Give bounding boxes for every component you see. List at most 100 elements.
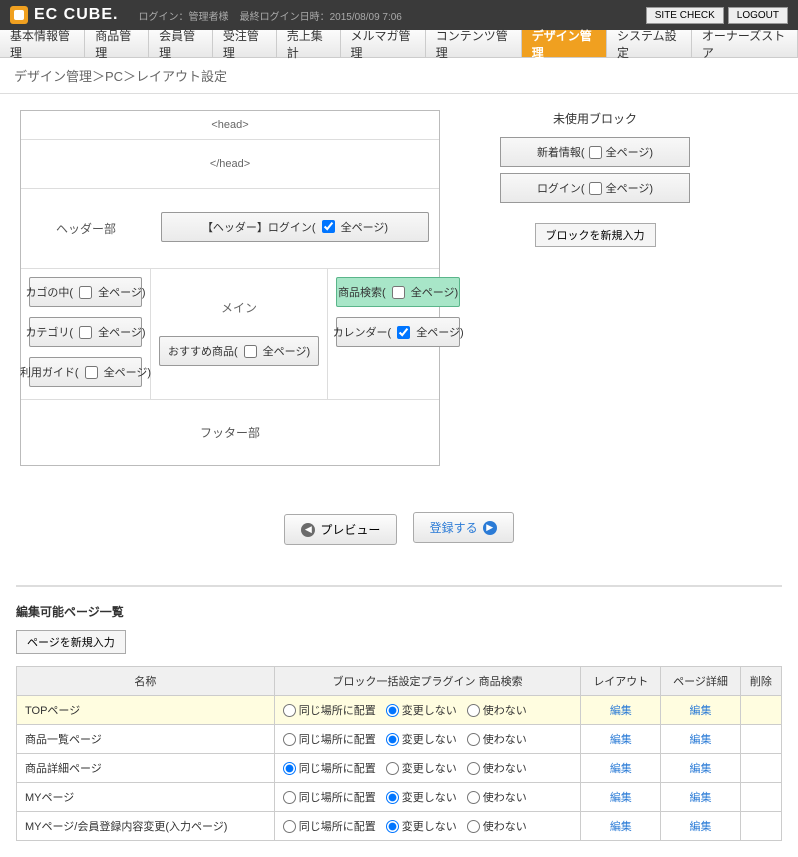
main-nav: 基本情報管理商品管理会員管理受注管理売上集計メルマガ管理コンテンツ管理デザイン管… [0, 30, 798, 58]
layout-block[interactable]: 商品検索(全ページ) [336, 277, 460, 307]
all-pages-checkbox[interactable] [392, 286, 405, 299]
delete-cell [740, 754, 781, 783]
radio-option[interactable]: 同じ場所に配置 [283, 760, 376, 776]
unused-title: 未使用ブロック [500, 110, 690, 127]
column-header: 名称 [17, 667, 275, 696]
page-detail-link[interactable]: 編集 [669, 731, 732, 747]
table-row: 商品一覧ページ同じ場所に配置変更しない使わない編集編集 [17, 725, 782, 754]
layout-block[interactable]: カゴの中(全ページ) [29, 277, 142, 307]
new-page-button[interactable]: ページを新規入力 [16, 630, 126, 654]
column-header: レイアウト [581, 667, 661, 696]
header-drop-zone[interactable]: 【ヘッダー】ログイン(全ページ) [151, 202, 439, 256]
delete-cell [740, 812, 781, 841]
layout-block[interactable]: 【ヘッダー】ログイン(全ページ) [161, 212, 429, 242]
layout-edit-link[interactable]: 編集 [589, 731, 652, 747]
header-section-label: ヘッダー部 [21, 220, 151, 237]
radio-cell: 同じ場所に配置変更しない使わない [274, 754, 581, 783]
radio-option[interactable]: 使わない [467, 702, 527, 718]
layout-block[interactable]: 新着情報(全ページ) [500, 137, 690, 167]
left-column[interactable]: カゴの中(全ページ) カテゴリ(全ページ) 利用ガイド(全ページ) [21, 269, 151, 399]
all-pages-checkbox[interactable] [85, 366, 98, 379]
radio-option[interactable]: 同じ場所に配置 [283, 702, 376, 718]
page-detail-link[interactable]: 編集 [669, 760, 732, 776]
radio-option[interactable]: 使わない [467, 760, 527, 776]
radio-option[interactable]: 同じ場所に配置 [283, 818, 376, 834]
radio-cell: 同じ場所に配置変更しない使わない [274, 783, 581, 812]
page-name: MYページ/会員登録内容変更(入力ページ) [17, 812, 275, 841]
tab-2[interactable]: 会員管理 [149, 30, 213, 57]
page-detail-link[interactable]: 編集 [669, 818, 732, 834]
layout-edit-link[interactable]: 編集 [589, 702, 652, 718]
layout-block[interactable]: ログイン(全ページ) [500, 173, 690, 203]
layout-block[interactable]: カテゴリ(全ページ) [29, 317, 142, 347]
page-name: 商品詳細ページ [17, 754, 275, 783]
register-icon: ▶ [483, 521, 497, 535]
main-column[interactable]: メイン おすすめ商品(全ページ) [151, 269, 328, 399]
tab-5[interactable]: メルマガ管理 [341, 30, 426, 57]
delete-cell [740, 696, 781, 725]
radio-option[interactable]: 使わない [467, 818, 527, 834]
register-button[interactable]: 登録する ▶ [413, 512, 514, 543]
pages-title: 編集可能ページ一覧 [16, 603, 782, 620]
tab-0[interactable]: 基本情報管理 [0, 30, 85, 57]
all-pages-checkbox[interactable] [79, 286, 92, 299]
footer-section[interactable]: フッター部 [21, 400, 439, 465]
radio-cell: 同じ場所に配置変更しない使わない [274, 696, 581, 725]
layout-block[interactable]: おすすめ商品(全ページ) [159, 336, 319, 366]
preview-button[interactable]: ◀ プレビュー [284, 514, 397, 545]
logo-text: EC CUBE. [34, 6, 118, 24]
top-bar: EC CUBE. ログイン：管理者様 最終ログイン日時：2015/08/09 7… [0, 0, 798, 30]
all-pages-checkbox[interactable] [589, 146, 602, 159]
layout-block[interactable]: カレンダー(全ページ) [336, 317, 460, 347]
radio-option[interactable]: 変更しない [386, 818, 457, 834]
radio-option[interactable]: 使わない [467, 789, 527, 805]
logout-button[interactable]: LOGOUT [728, 7, 788, 24]
radio-option[interactable]: 使わない [467, 731, 527, 747]
right-column[interactable]: 商品検索(全ページ) カレンダー(全ページ) [328, 269, 468, 399]
tab-4[interactable]: 売上集計 [277, 30, 341, 57]
layout-edit-link[interactable]: 編集 [589, 818, 652, 834]
radio-option[interactable]: 同じ場所に配置 [283, 731, 376, 747]
layout-edit-link[interactable]: 編集 [589, 760, 652, 776]
layout-block[interactable]: 利用ガイド(全ページ) [29, 357, 142, 387]
tab-1[interactable]: 商品管理 [85, 30, 149, 57]
head-open: <head> [21, 111, 439, 140]
all-pages-checkbox[interactable] [589, 182, 602, 195]
radio-option[interactable]: 変更しない [386, 760, 457, 776]
tab-6[interactable]: コンテンツ管理 [426, 30, 522, 57]
all-pages-checkbox[interactable] [244, 345, 257, 358]
all-pages-checkbox[interactable] [79, 326, 92, 339]
pages-table: 名称ブロック一括設定プラグイン 商品検索レイアウトページ詳細削除 TOPページ同… [16, 666, 782, 841]
column-header: 削除 [740, 667, 781, 696]
login-info: ログイン：管理者様 最終ログイン日時：2015/08/09 7:06 [138, 8, 401, 23]
table-row: MYページ/会員登録内容変更(入力ページ)同じ場所に配置変更しない使わない編集編… [17, 812, 782, 841]
tab-9[interactable]: オーナーズストア [692, 30, 798, 57]
tab-3[interactable]: 受注管理 [213, 30, 277, 57]
unused-blocks-panel: 未使用ブロック 新着情報(全ページ) ログイン(全ページ) ブロックを新規入力 [500, 110, 690, 247]
radio-option[interactable]: 変更しない [386, 789, 457, 805]
all-pages-checkbox[interactable] [397, 326, 410, 339]
layout-editor: <head> </head> ヘッダー部 【ヘッダー】ログイン(全ページ) カゴ… [20, 110, 440, 466]
page-detail-link[interactable]: 編集 [669, 789, 732, 805]
radio-cell: 同じ場所に配置変更しない使わない [274, 725, 581, 754]
preview-icon: ◀ [301, 523, 315, 537]
tab-8[interactable]: システム設定 [607, 30, 692, 57]
radio-option[interactable]: 変更しない [386, 702, 457, 718]
delete-cell [740, 725, 781, 754]
new-block-button[interactable]: ブロックを新規入力 [535, 223, 656, 247]
radio-option[interactable]: 同じ場所に配置 [283, 789, 376, 805]
table-row: 商品詳細ページ同じ場所に配置変更しない使わない編集編集 [17, 754, 782, 783]
page-name: TOPページ [17, 696, 275, 725]
delete-cell [740, 783, 781, 812]
tab-7[interactable]: デザイン管理 [522, 30, 607, 57]
head-close: </head> [21, 140, 439, 189]
site-check-button[interactable]: SITE CHECK [646, 7, 724, 24]
radio-cell: 同じ場所に配置変更しない使わない [274, 812, 581, 841]
radio-option[interactable]: 変更しない [386, 731, 457, 747]
column-header: ブロック一括設定プラグイン 商品検索 [274, 667, 581, 696]
page-name: MYページ [17, 783, 275, 812]
layout-edit-link[interactable]: 編集 [589, 789, 652, 805]
all-pages-checkbox[interactable] [322, 220, 335, 233]
breadcrumb: デザイン管理＞PC＞レイアウト設定 [0, 58, 798, 94]
page-detail-link[interactable]: 編集 [669, 702, 732, 718]
